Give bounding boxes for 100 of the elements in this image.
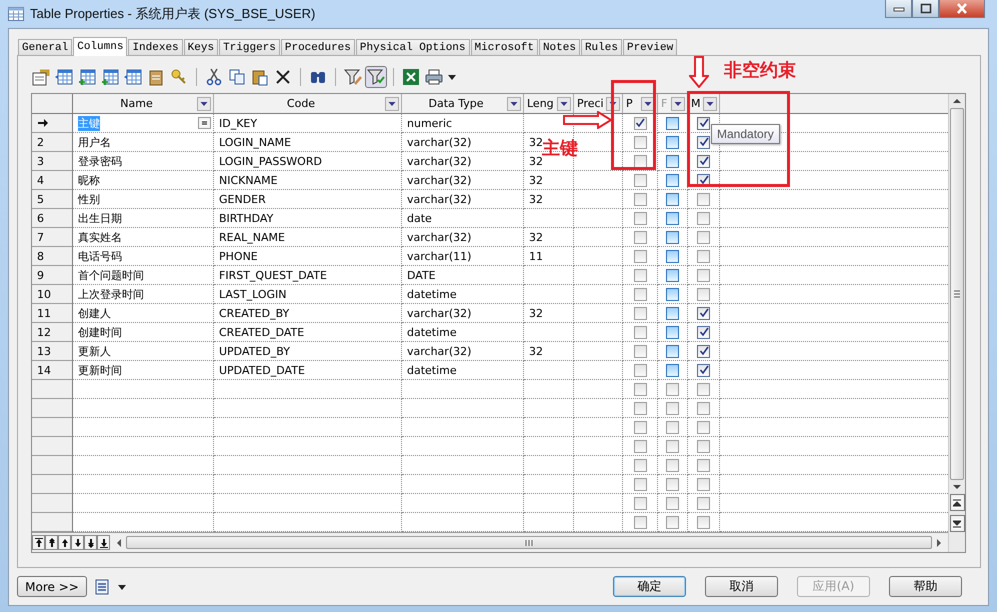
column-header[interactable]: Name xyxy=(73,94,214,114)
maximize-button[interactable] xyxy=(912,0,939,18)
checkbox[interactable] xyxy=(666,402,679,414)
checkbox[interactable] xyxy=(697,154,710,168)
checkbox[interactable] xyxy=(634,364,646,376)
checkbox[interactable] xyxy=(634,344,646,358)
checkbox[interactable] xyxy=(666,306,679,320)
checkbox[interactable] xyxy=(697,250,710,262)
checkbox[interactable] xyxy=(634,230,646,244)
first-button[interactable] xyxy=(32,535,45,550)
add-row-icon[interactable] xyxy=(77,67,97,87)
checkbox[interactable] xyxy=(634,402,646,414)
checkbox[interactable] xyxy=(697,230,710,244)
checkbox[interactable] xyxy=(634,136,646,148)
checkbox[interactable] xyxy=(666,382,679,396)
prev-button[interactable] xyxy=(58,535,71,550)
scroll-down-icon[interactable] xyxy=(953,484,961,490)
checkbox[interactable] xyxy=(666,516,679,528)
row-header[interactable]: 3 xyxy=(32,152,73,171)
scroll-left-icon[interactable] xyxy=(116,538,122,546)
row-header[interactable]: 9 xyxy=(32,266,73,285)
last-button[interactable] xyxy=(97,535,110,550)
checkbox[interactable] xyxy=(666,344,679,358)
copy-icon[interactable] xyxy=(227,67,247,87)
printer-icon[interactable] xyxy=(424,67,444,87)
tab[interactable]: Indexes xyxy=(128,39,183,55)
tab[interactable]: Columns xyxy=(73,37,128,56)
add-column-icon[interactable] xyxy=(100,67,120,87)
column-header[interactable]: Leng xyxy=(524,94,574,114)
tab[interactable]: Keys xyxy=(184,39,218,55)
checkbox[interactable] xyxy=(634,154,646,168)
row-header[interactable]: 4 xyxy=(32,171,73,190)
checkbox[interactable] xyxy=(697,326,710,338)
row-header[interactable]: 10 xyxy=(32,285,73,304)
checkbox[interactable] xyxy=(666,364,679,376)
dialog-button[interactable]: 确定 xyxy=(613,576,686,597)
checkbox[interactable] xyxy=(666,440,679,452)
checkbox[interactable] xyxy=(634,516,646,528)
tab[interactable]: Preview xyxy=(622,39,678,55)
checkbox[interactable] xyxy=(697,496,710,510)
checkbox[interactable] xyxy=(666,174,679,186)
checkbox[interactable] xyxy=(697,192,710,206)
minimize-button[interactable] xyxy=(885,0,912,18)
tab[interactable]: Rules xyxy=(580,39,622,55)
dropdown-icon[interactable] xyxy=(385,96,399,110)
dialog-button[interactable]: 取消 xyxy=(705,576,778,597)
checkbox[interactable] xyxy=(666,478,679,490)
checkbox[interactable] xyxy=(634,250,646,262)
tab[interactable]: Microsoft xyxy=(470,39,538,55)
checkbox[interactable] xyxy=(666,192,679,206)
column-header[interactable]: Preci xyxy=(574,94,623,114)
next-page-button[interactable] xyxy=(84,535,97,550)
tab[interactable]: Triggers xyxy=(219,39,280,55)
checkbox[interactable] xyxy=(697,440,710,452)
page-down-button[interactable] xyxy=(950,515,964,532)
checkbox[interactable] xyxy=(634,496,646,510)
checkbox[interactable] xyxy=(666,250,679,262)
checkbox[interactable] xyxy=(634,116,646,130)
row-header[interactable]: 13 xyxy=(32,342,73,361)
properties-icon[interactable] xyxy=(31,67,51,87)
checkbox[interactable] xyxy=(666,136,679,148)
column-header[interactable]: M xyxy=(688,94,720,114)
checkbox[interactable] xyxy=(634,382,646,396)
checkbox[interactable] xyxy=(666,116,679,130)
checkbox[interactable] xyxy=(666,458,679,472)
checkbox[interactable] xyxy=(634,212,646,224)
tab[interactable]: Physical Options xyxy=(356,39,470,55)
scroll-thumb[interactable] xyxy=(950,108,964,480)
dropdown-icon[interactable] xyxy=(557,96,571,110)
dialog-button[interactable]: 帮助 xyxy=(889,576,962,597)
insert-row-icon[interactable] xyxy=(54,67,74,87)
checkbox[interactable] xyxy=(634,268,646,282)
excel-icon[interactable] xyxy=(401,67,421,87)
checkbox[interactable] xyxy=(697,288,710,300)
more-button[interactable]: More >> xyxy=(17,576,87,597)
checkbox[interactable] xyxy=(666,230,679,244)
dropdown-icon[interactable] xyxy=(197,96,211,110)
checkbox[interactable] xyxy=(666,268,679,282)
scroll-right-icon[interactable] xyxy=(936,538,942,546)
checkbox[interactable] xyxy=(634,458,646,472)
vertical-scrollbar[interactable] xyxy=(948,94,965,552)
checkbox[interactable] xyxy=(666,326,679,338)
list-icon[interactable] xyxy=(93,578,111,596)
close-button[interactable] xyxy=(939,0,985,18)
checkbox[interactable] xyxy=(697,402,710,414)
checkbox[interactable] xyxy=(697,116,710,130)
dropdown-icon[interactable] xyxy=(703,96,717,110)
row-header[interactable]: 5 xyxy=(32,190,73,209)
dropdown-icon[interactable] xyxy=(507,96,521,110)
filter-icon[interactable] xyxy=(366,67,386,87)
page-up-button[interactable] xyxy=(950,494,964,511)
checkbox[interactable] xyxy=(634,478,646,490)
tab[interactable]: Notes xyxy=(538,39,580,55)
row-header[interactable]: 12 xyxy=(32,323,73,342)
prev-page-button[interactable] xyxy=(45,535,58,550)
checkbox[interactable] xyxy=(634,420,646,434)
row-header[interactable] xyxy=(32,114,73,133)
checkbox[interactable] xyxy=(634,326,646,338)
checkbox[interactable] xyxy=(634,288,646,300)
row-header[interactable]: 7 xyxy=(32,228,73,247)
